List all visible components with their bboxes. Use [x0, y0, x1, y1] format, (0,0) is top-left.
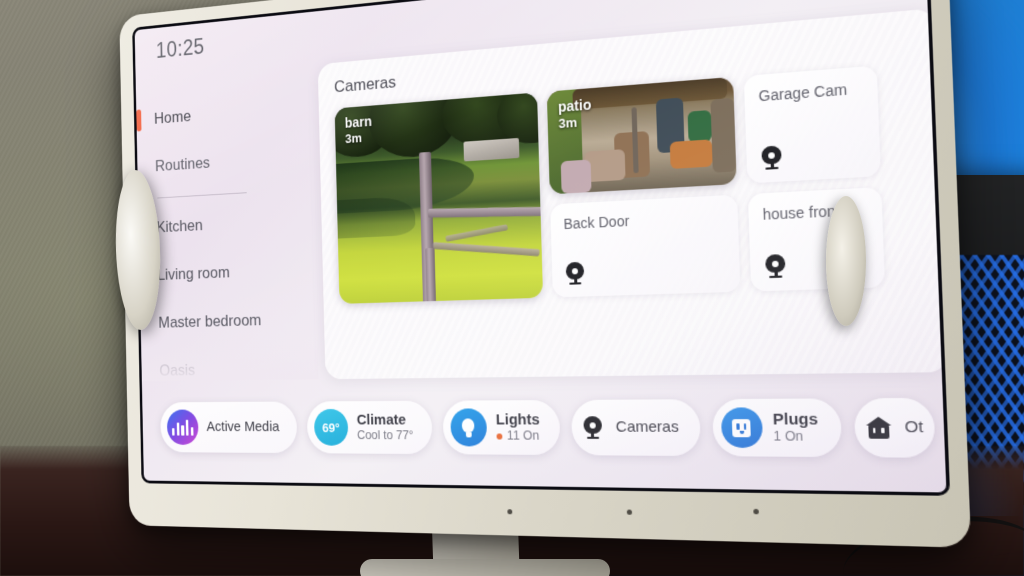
device-stand-foot [360, 559, 610, 576]
chip-label-plugs: Plugs [772, 410, 819, 429]
chip-climate[interactable]: 69° Climate Cool to 77° [306, 400, 433, 455]
sidebar-item-label: Oasis [159, 361, 196, 380]
camera-thumbnail-patio [546, 76, 737, 195]
equalizer-icon [166, 409, 199, 445]
chip-label-lights: Lights [495, 411, 540, 429]
quick-controls-bar: Active Media 69° Climate Cool to 77° Lig… [142, 374, 946, 481]
sidebar-item-label: Home [153, 107, 192, 128]
chip-sub-lights: 11 On [496, 429, 540, 444]
sidebar-item-label: Master bedroom [158, 310, 262, 332]
sidebar-item-master-bedroom[interactable]: Master bedroom [158, 294, 318, 347]
sidebar-nav: Home Routines Kitchen Living room Master… [136, 65, 319, 382]
chip-sub-plugs: 1 On [773, 429, 804, 445]
active-indicator-bar [136, 109, 142, 132]
camera-label-garage-cam: Garage Cam [758, 80, 848, 105]
chip-label-other: Ot [904, 418, 924, 437]
sidebar-item-label: Kitchen [156, 216, 203, 237]
sidebar-divider [157, 192, 247, 199]
outlet-icon [720, 407, 763, 448]
camera-age-patio: 3m [558, 114, 578, 131]
camera-label-barn: barn 3m [344, 113, 373, 146]
sidebar-item-routines[interactable]: Routines [155, 131, 314, 190]
photo-scene: 10:25 Home Routines Kitchen Living room … [0, 0, 1024, 576]
sidebar-item-label: Routines [154, 153, 211, 175]
sidebar-item-label: Living room [157, 263, 230, 284]
camera-card-back-door[interactable]: Back Door [550, 194, 741, 298]
camera-card-barn[interactable]: barn 3m [334, 92, 544, 304]
camera-icon [760, 145, 783, 170]
camera-card-patio[interactable]: patio 3m [546, 76, 737, 195]
lightbulb-icon [450, 408, 488, 447]
sidebar-item-kitchen[interactable]: Kitchen [156, 195, 315, 252]
chip-label-active-media: Active Media [206, 419, 280, 436]
stand-knob-right [826, 196, 866, 326]
cameras-panel: Cameras barn 3m patio 3m Garage Cam Back… [317, 8, 949, 380]
camera-age-barn: 3m [344, 129, 363, 146]
chip-label-climate: Climate [356, 411, 407, 429]
chip-lights[interactable]: Lights 11 On [442, 399, 561, 456]
chip-plugs[interactable]: Plugs 1 On [711, 398, 842, 458]
cameras-panel-title: Cameras [333, 72, 397, 97]
camera-card-garage-cam[interactable]: Garage Cam [743, 65, 881, 184]
chip-cameras[interactable]: Cameras [570, 399, 701, 457]
chip-sub-climate: Cool to 77° [356, 428, 414, 443]
status-bar-clock: 10:25 [155, 34, 205, 63]
camera-icon [565, 261, 586, 285]
temperature-badge: 69° [313, 408, 349, 446]
house-plug-icon [863, 413, 894, 442]
camera-icon [579, 414, 606, 441]
microphone-holes [507, 508, 820, 526]
camera-label-back-door: Back Door [563, 212, 630, 233]
chip-active-media[interactable]: Active Media [160, 401, 298, 454]
camera-icon [764, 254, 787, 279]
chip-label-cameras: Cameras [615, 418, 680, 437]
status-dot [496, 433, 503, 440]
dashboard-body: Home Routines Kitchen Living room Master… [136, 8, 949, 382]
camera-label-patio: patio 3m [557, 96, 592, 131]
smart-home-dashboard: 10:25 Home Routines Kitchen Living room … [135, 0, 949, 492]
chip-other[interactable]: Ot [853, 397, 937, 458]
smart-display-device: 10:25 Home Routines Kitchen Living room … [70, 0, 972, 576]
sidebar-item-living-room[interactable]: Living room [157, 244, 316, 299]
